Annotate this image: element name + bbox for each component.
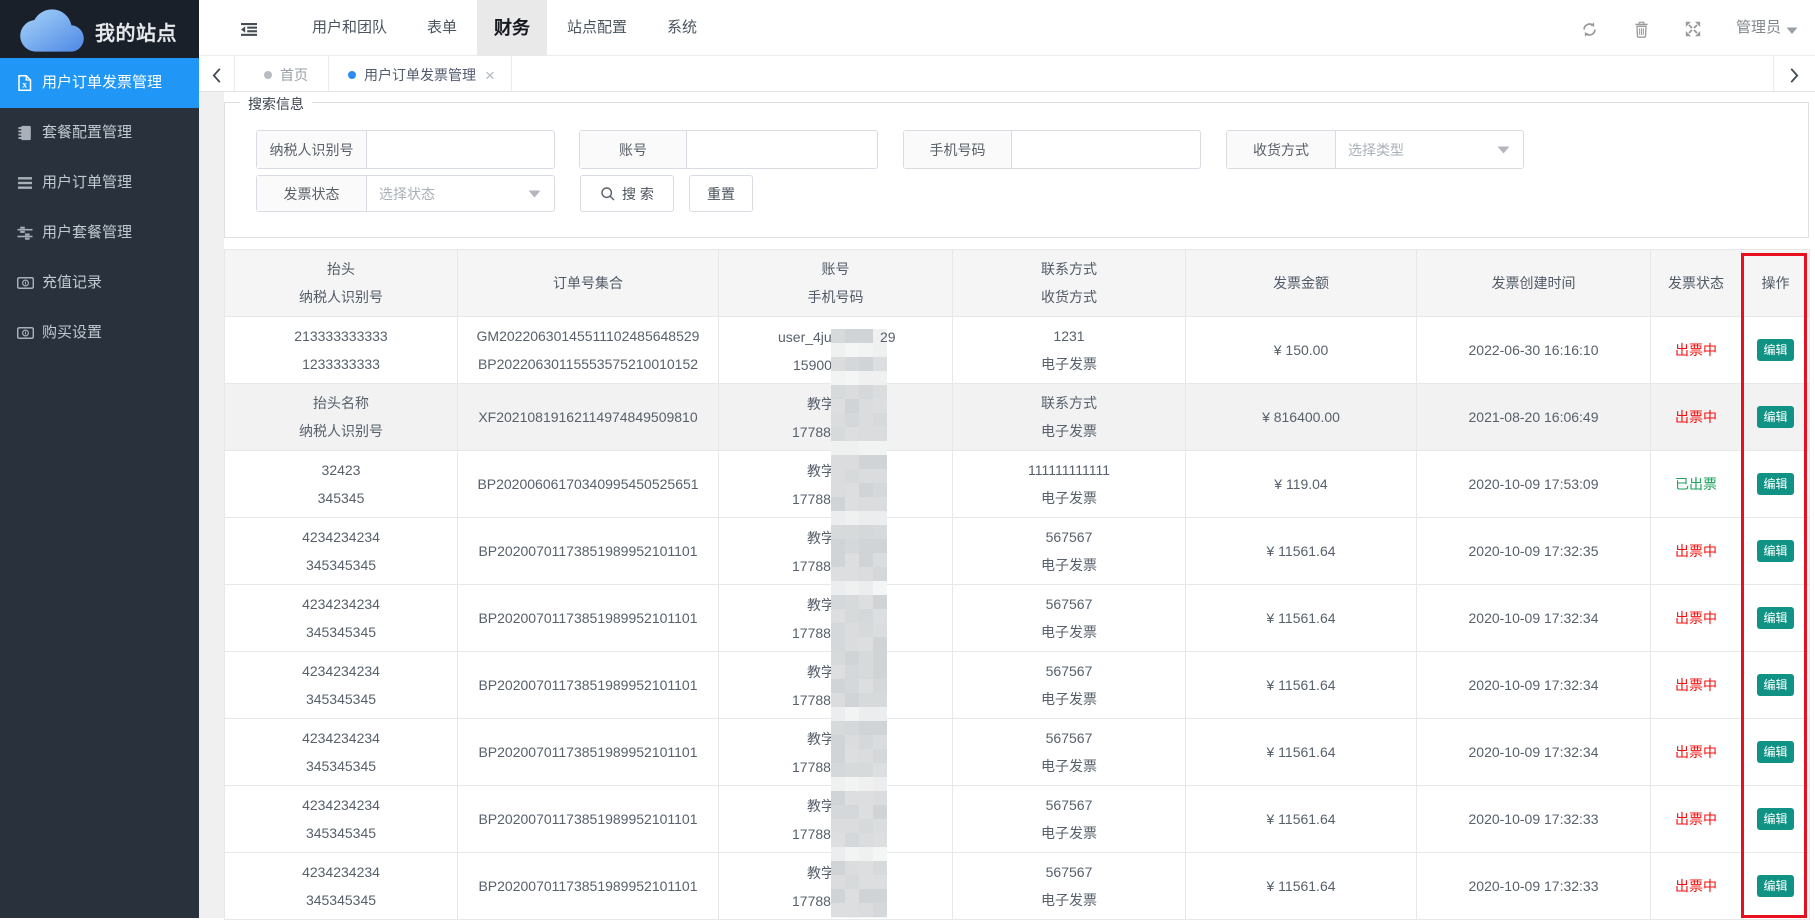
svg-text:x: x: [22, 81, 27, 91]
